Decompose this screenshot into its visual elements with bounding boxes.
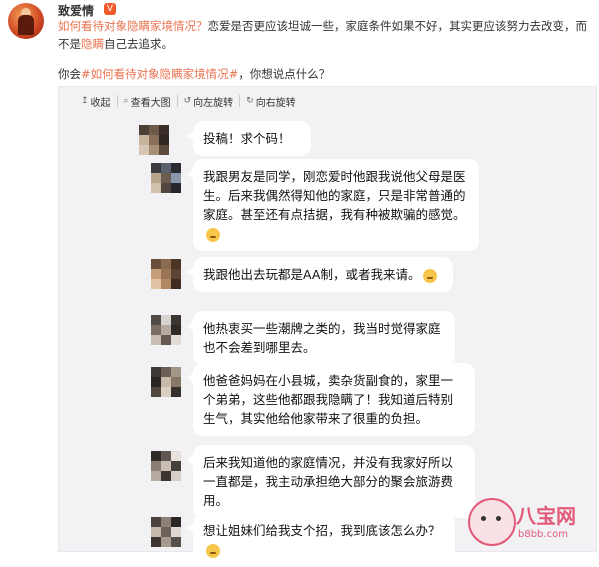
user-avatar[interactable] bbox=[8, 3, 44, 39]
avatar-figure bbox=[18, 15, 34, 35]
message-bubble: 他热衷买一些潮牌之类的，我当时觉得家庭也不会差到哪里去。 bbox=[187, 311, 455, 365]
pixelated-avatar bbox=[151, 163, 181, 193]
pixelated-avatar bbox=[151, 315, 181, 345]
rotate-left-label: 向左旋转 bbox=[193, 97, 234, 109]
question-hashtag-link[interactable]: #如何看待对象隐瞒家境情况# bbox=[81, 67, 238, 81]
message-bubble: 我跟他出去玩都是AA制，或者我来请。 bbox=[187, 257, 453, 292]
question-suffix: ，你想说点什么？ bbox=[238, 67, 331, 81]
post-keyword-link[interactable]: 隐瞒 bbox=[81, 37, 104, 51]
message-bubble: 他爸爸妈妈在小县城，卖杂货副食的，家里一个弟弟，这些他都跟我隐瞒了！我知道后特别… bbox=[187, 363, 475, 436]
image-toolbar: ↥ 收起 ⌕ 查看大图 ↺ 向左旋转 ↻ 向右旋转 bbox=[75, 95, 302, 109]
post-text-part-2: 自己去追求。 bbox=[104, 37, 173, 51]
post-question: 你会#如何看待对象隐瞒家境情况#，你想说点什么？ bbox=[58, 66, 330, 82]
collapse-label: 收起 bbox=[90, 97, 111, 109]
message-bubble: 后来我知道他的家庭情况，并没有我家好所以一直都是，我主动承担绝大部分的聚会旅游费… bbox=[187, 445, 475, 518]
rotate-right-button[interactable]: ↻ 向右旋转 bbox=[240, 95, 302, 109]
message-text: 投稿！求个码！ bbox=[203, 131, 291, 146]
message-bubble: 我跟男友是同学，刚恋爱时他跟我说他父母是医生。后来我偶然得知他的家庭，只是非常普… bbox=[187, 159, 479, 251]
message-text: 后来我知道他的家庭情况，并没有我家好所以一直都是，我主动承担绝大部分的聚会旅游费… bbox=[203, 455, 454, 508]
pixelated-avatar bbox=[151, 367, 181, 397]
pixelated-avatar bbox=[151, 259, 181, 289]
message-text: 他爸爸妈妈在小县城，卖杂货副食的，家里一个弟弟，这些他都跟我隐瞒了！我知道后特别… bbox=[203, 373, 454, 426]
face-emoji-icon bbox=[423, 268, 438, 283]
pixelated-avatar bbox=[139, 125, 169, 155]
face-emoji-icon bbox=[206, 227, 220, 242]
mascot-face-icon bbox=[468, 498, 516, 546]
watermark-logo: 八宝网 b8bb.com bbox=[468, 496, 578, 548]
watermark-url: b8bb.com bbox=[518, 529, 568, 540]
magnifier-icon: ⌕ bbox=[123, 96, 129, 106]
view-large-button[interactable]: ⌕ 查看大图 bbox=[118, 95, 178, 109]
image-viewer: ↥ 收起 ⌕ 查看大图 ↺ 向左旋转 ↻ 向右旋转 投稿！求个码！ 我跟男友是同学，刚恋… bbox=[58, 86, 597, 567]
rotate-right-label: 向右旋转 bbox=[255, 97, 296, 109]
message-bubble: 投稿！求个码！ bbox=[187, 121, 311, 156]
pixelated-avatar bbox=[151, 451, 181, 481]
pixelated-avatar bbox=[151, 517, 181, 547]
message-text: 我跟他出去玩都是AA制，或者我来请。 bbox=[203, 267, 421, 282]
collapse-button[interactable]: ↥ 收起 bbox=[75, 95, 118, 109]
view-large-label: 查看大图 bbox=[130, 97, 171, 109]
rotate-left-icon: ↺ bbox=[183, 96, 192, 106]
question-prefix: 你会 bbox=[58, 67, 81, 81]
watermark-brand: 八宝网 bbox=[516, 504, 576, 528]
message-text: 我跟男友是同学，刚恋爱时他跟我说他父母是医生。后来我偶然得知他的家庭，只是非常普… bbox=[203, 169, 466, 222]
message-bubble: 想让姐妹们给我支个招，我到底该怎么办？ bbox=[187, 513, 455, 567]
post-text: 如何看待对象隐瞒家境情况？恋爱是否更应该坦诚一些，家庭条件如果不好，其实更应该努… bbox=[58, 17, 588, 53]
rotate-left-button[interactable]: ↺ 向左旋转 bbox=[178, 95, 241, 109]
post-topic-link[interactable]: 如何看待对象隐瞒家境情况？ bbox=[58, 19, 208, 33]
collapse-icon: ↥ bbox=[81, 96, 89, 106]
face-emoji-icon bbox=[206, 543, 220, 558]
rotate-right-icon: ↻ bbox=[246, 96, 254, 106]
message-text: 他热衷买一些潮牌之类的，我当时觉得家庭也不会差到哪里去。 bbox=[203, 321, 441, 355]
message-text: 想让姐妹们给我支个招，我到底该怎么办？ bbox=[203, 523, 441, 538]
vip-badge-icon: V bbox=[104, 3, 116, 15]
